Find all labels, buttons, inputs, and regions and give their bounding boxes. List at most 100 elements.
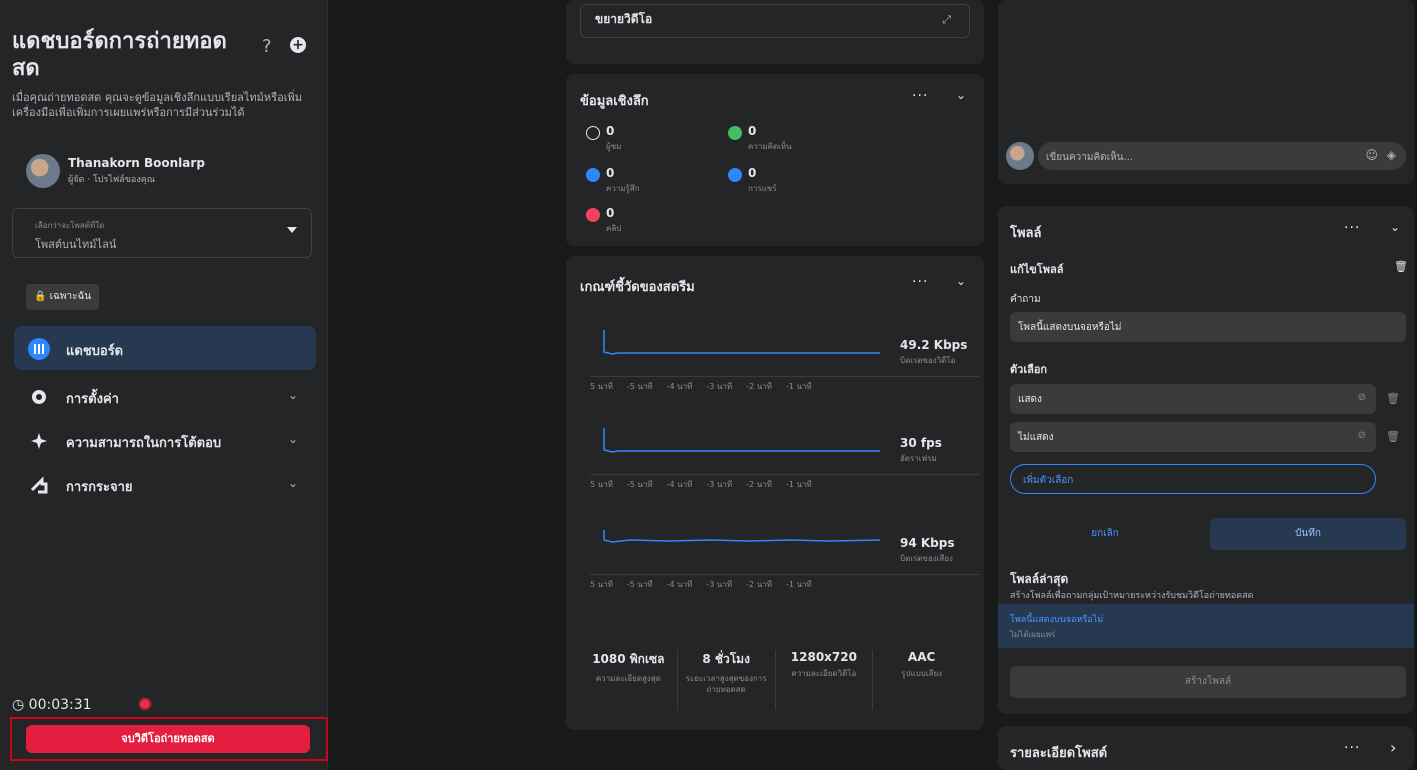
metric-label: ความรู้สึก bbox=[606, 184, 640, 193]
question-input[interactable]: โพลนี้แสดงบนจอหรือไม่ bbox=[1010, 312, 1406, 342]
stream-timer: ◷ 00:03:31 bbox=[12, 697, 92, 713]
recent-poll-item[interactable]: โพลนี้แสดงบนจอหรือไม่ ไม่ได้เผยแพร่ bbox=[998, 604, 1414, 648]
trash-icon[interactable]: 🗑 bbox=[1386, 430, 1400, 443]
metric-label: การแชร์ bbox=[748, 184, 777, 193]
video-bitrate-graph: 49.2 Kbps บิตเรตของวิดีโอ 5 นาที -5 นาที… bbox=[590, 328, 980, 398]
spec-value: 1280x720 bbox=[790, 650, 857, 664]
graph-line bbox=[603, 530, 880, 543]
tick-label: -3 นาที bbox=[706, 580, 733, 589]
end-live-button[interactable]: จบวิดีโอถ่ายทอดสด bbox=[26, 725, 310, 753]
metric-value: 0 bbox=[748, 124, 757, 138]
audio-bitrate-graph: 94 Kbps บิตเรตของเสียง 5 นาที -5 นาที -4… bbox=[590, 526, 980, 596]
tick-label: -5 นาที bbox=[626, 580, 653, 589]
tick-label: 5 นาที bbox=[590, 580, 613, 589]
sidebar-item-label: แดชบอร์ด bbox=[66, 344, 124, 359]
recording-icon bbox=[140, 699, 150, 709]
more-options-icon[interactable]: ··· bbox=[912, 88, 928, 104]
spec-value: 8 ชั่วโมง bbox=[702, 652, 750, 666]
spec-item: 1080 พิกเซล ความละเอียดสูงสุด bbox=[580, 650, 678, 710]
poll-title: โพลล์ bbox=[1010, 226, 1042, 241]
create-poll-button[interactable]: สร้างโพลล์ bbox=[1010, 666, 1406, 698]
insights-title: ข้อมูลเชิงลึก bbox=[580, 94, 649, 109]
graph-value: 30 fps bbox=[900, 436, 942, 450]
spec-value: AAC bbox=[907, 650, 936, 664]
question-label: คำถาม bbox=[1010, 294, 1041, 305]
video-panel: ขยายวิดีโอ ⤢ bbox=[566, 0, 984, 64]
metric-value: 0 bbox=[606, 206, 615, 220]
divider bbox=[590, 574, 980, 575]
emoji-icon[interactable]: ☺ bbox=[1365, 148, 1378, 162]
tick-label: -4 นาที bbox=[666, 382, 693, 391]
save-button[interactable]: บันทึก bbox=[1210, 518, 1406, 550]
graph-label: บิตเรตของเสียง bbox=[900, 554, 953, 563]
more-options-icon[interactable]: ··· bbox=[1344, 740, 1360, 756]
divider bbox=[590, 474, 980, 475]
spec-label: ความละเอียดวิดีโอ bbox=[791, 669, 857, 678]
sidebar-item-dashboard[interactable]: แดชบอร์ด bbox=[14, 326, 316, 370]
expand-video-button[interactable]: ขยายวิดีโอ ⤢ bbox=[580, 4, 970, 38]
post-details-title: รายละเอียดโพสต์ bbox=[1010, 746, 1108, 761]
privacy-button[interactable]: 🔒 เฉพาะฉัน bbox=[26, 284, 100, 310]
add-option-input[interactable]: เพิ่มตัวเลือก bbox=[1010, 464, 1376, 494]
tick-label: -5 นาที bbox=[626, 382, 653, 391]
post-destination-select[interactable]: เลือกว่าจะโพสต์ที่ใด โพสต์บนไทม์ไลน์ bbox=[12, 208, 312, 258]
comment-placeholder: เขียนความคิดเห็น... bbox=[1046, 152, 1134, 163]
tick-label: -2 นาที bbox=[746, 580, 772, 589]
recent-polls-description: สร้างโพลล์เพื่อถามกลุ่มเป้าหมายระหว่างรั… bbox=[1010, 591, 1254, 601]
host-role: ผู้จัด · โปรไฟล์ของคุณ bbox=[68, 175, 156, 185]
tick-label: -1 นาที bbox=[785, 480, 812, 489]
metric-value: 0 bbox=[606, 166, 615, 180]
chevron-down-icon[interactable]: ⌄ bbox=[956, 88, 966, 102]
sticker-icon[interactable]: ◈ bbox=[1387, 148, 1396, 162]
stream-metrics-title: เกณฑ์ชี้วัดของสตรีม bbox=[580, 280, 695, 295]
gear-icon bbox=[28, 386, 50, 408]
insights-panel: ข้อมูลเชิงลึก ··· ⌄ 0 ผู้ชม 0 ความคิดเห็… bbox=[566, 74, 984, 246]
dashboard-description: เมื่อคุณถ่ายทอดสด คุณจะดูข้อมูลเชิงลึกแบ… bbox=[12, 91, 302, 119]
sidebar-item-interactivity[interactable]: ความสามารถในการโต้ตอบ ⌄ bbox=[14, 418, 316, 462]
page-title: แดชบอร์ดการถ่ายทอดสด bbox=[12, 29, 227, 81]
tick-label: -1 นาที bbox=[785, 580, 812, 589]
tick-label: -3 นาที bbox=[706, 480, 733, 489]
sparkle-icon bbox=[28, 430, 50, 452]
sidebar-item-settings[interactable]: การตั้งค่า ⌄ bbox=[14, 374, 316, 418]
sidebar-item-label: การตั้งค่า bbox=[66, 392, 119, 407]
check-circle-icon: ⊘ bbox=[1357, 430, 1366, 441]
comment-input[interactable]: เขียนความคิดเห็น... ☺ ◈ bbox=[1038, 142, 1406, 170]
graph-axis: 5 นาที -5 นาที -4 นาที -3 นาที -2 นาที -… bbox=[590, 478, 890, 491]
trash-icon[interactable]: 🗑 bbox=[1386, 392, 1400, 405]
chevron-down-icon: ⌄ bbox=[287, 388, 298, 402]
recent-polls-heading: โพลล์ล่าสุด bbox=[1010, 572, 1069, 586]
clock-icon: ◷ bbox=[12, 697, 25, 713]
chevron-right-icon[interactable]: › bbox=[1390, 738, 1396, 757]
expand-video-label: ขยายวิดีโอ bbox=[595, 12, 653, 26]
tick-label: 5 นาที bbox=[590, 480, 613, 489]
stream-metrics-panel: เกณฑ์ชี้วัดของสตรีม ··· ⌄ 49.2 Kbps บิตเ… bbox=[566, 256, 984, 730]
check-circle-icon: ⊘ bbox=[1357, 392, 1366, 403]
spec-item: 8 ชั่วโมง ระยะเวลาสูงสุดของการถ่ายทอดสด bbox=[678, 650, 776, 710]
graph-axis: 5 นาที -5 นาที -4 นาที -3 นาที -2 นาที -… bbox=[590, 380, 890, 393]
cancel-button[interactable]: ยกเลิก bbox=[1010, 518, 1200, 550]
comment-icon bbox=[728, 126, 742, 140]
expand-icon: ⤢ bbox=[942, 13, 951, 26]
sidebar-item-distribution[interactable]: การกระจาย ⌄ bbox=[14, 462, 316, 506]
graph-value: 49.2 Kbps bbox=[900, 338, 968, 352]
help-icon[interactable]: ? bbox=[262, 36, 272, 57]
recent-poll-status: ไม่ได้เผยแพร่ bbox=[1010, 630, 1056, 639]
chevron-down-icon[interactable]: ⌄ bbox=[1390, 220, 1400, 234]
add-icon[interactable]: + bbox=[290, 37, 306, 53]
chevron-down-icon[interactable]: ⌄ bbox=[956, 274, 966, 288]
tick-label: -3 นาที bbox=[706, 382, 733, 391]
graph-line bbox=[603, 330, 880, 355]
spec-item: 1280x720 ความละเอียดวิดีโอ bbox=[776, 650, 874, 710]
trash-icon[interactable]: 🗑 bbox=[1394, 260, 1408, 273]
divider bbox=[590, 376, 980, 377]
post-destination-value: โพสต์บนไทม์ไลน์ bbox=[35, 238, 117, 251]
graph-line bbox=[603, 428, 880, 453]
option-input[interactable]: แสดง ⊘ bbox=[1010, 384, 1376, 414]
more-options-icon[interactable]: ··· bbox=[912, 274, 928, 290]
post-details-panel: รายละเอียดโพสต์ ··· › bbox=[998, 726, 1414, 770]
metric-label: คลิป bbox=[606, 224, 622, 233]
more-options-icon[interactable]: ··· bbox=[1344, 220, 1360, 236]
option-value: แสดง bbox=[1018, 394, 1042, 405]
option-input[interactable]: ไม่แสดง ⊘ bbox=[1010, 422, 1376, 452]
